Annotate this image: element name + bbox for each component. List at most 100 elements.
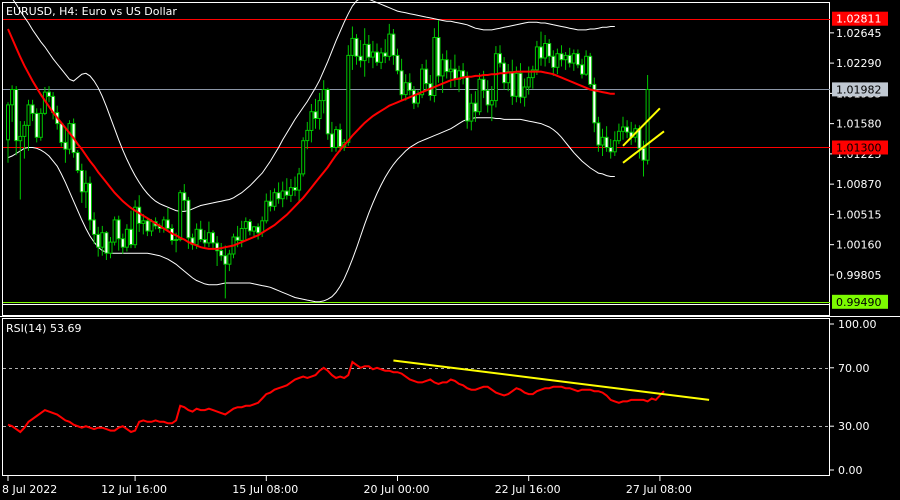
candle-bull xyxy=(38,112,43,138)
candle-bull xyxy=(264,200,269,222)
candle-bull xyxy=(440,59,445,77)
chart-title: EURUSD, H4: Euro vs US Dollar xyxy=(6,5,177,18)
candle-bear xyxy=(14,89,19,142)
candle-bear xyxy=(510,71,515,97)
candle-bear xyxy=(518,72,523,98)
candle-bull xyxy=(6,104,10,141)
candle-bear xyxy=(375,51,379,63)
time-tick-label: 8 Jul 2022 xyxy=(2,483,57,496)
price-tick-label: 0.99805 xyxy=(836,269,882,282)
candle-bull xyxy=(280,190,285,200)
candle-bear xyxy=(202,239,207,244)
candle-bear xyxy=(47,91,51,97)
candle-bear xyxy=(59,123,64,143)
candle-bull xyxy=(309,111,314,131)
candle-bear xyxy=(198,228,203,241)
candle-bull xyxy=(174,239,179,241)
candle-bull xyxy=(346,54,351,143)
candle-bull xyxy=(10,89,15,106)
candle-bull xyxy=(555,53,560,68)
candle-bear xyxy=(604,136,609,149)
price-tick-label: 1.02290 xyxy=(836,57,882,70)
level-price-tag: 1.02811 xyxy=(832,11,888,26)
candle-bear xyxy=(498,53,502,64)
candle-bear xyxy=(338,129,343,148)
candle-bear xyxy=(293,187,297,191)
candle-bear xyxy=(539,46,543,59)
candle-bull xyxy=(305,129,310,142)
candle-bull xyxy=(26,104,31,126)
price-tick-label: 1.00870 xyxy=(836,178,882,191)
candle-bear xyxy=(116,219,121,240)
candle-bear xyxy=(329,133,334,148)
candle-bear xyxy=(165,219,170,229)
rsi-tick-label: 70.00 xyxy=(838,362,870,375)
candle-bull xyxy=(493,53,498,102)
candle-bear xyxy=(92,219,97,235)
candle-bear xyxy=(481,78,486,91)
candle-bear xyxy=(137,206,142,224)
price-tick-label: 1.01580 xyxy=(836,118,882,131)
candle-bull xyxy=(297,173,302,191)
candle-bull xyxy=(379,52,384,63)
time-tick-label: 27 Jul 08:00 xyxy=(626,483,692,496)
candle-bull xyxy=(534,46,539,71)
candle-bull xyxy=(370,51,375,58)
candle-bear xyxy=(284,190,289,196)
candle-bear xyxy=(485,89,490,106)
candle-bull xyxy=(489,100,494,106)
candle-bear xyxy=(465,76,470,122)
candle-bull xyxy=(600,136,605,146)
candle-bear xyxy=(34,112,39,138)
candle-bear xyxy=(79,170,84,193)
candle-bear xyxy=(104,232,109,254)
candle-bear xyxy=(313,111,318,119)
candle-bear xyxy=(129,228,133,246)
candle-bear xyxy=(399,70,404,96)
level-tag-label: 0.99490 xyxy=(836,296,882,309)
time-tick-label: 12 Jul 16:00 xyxy=(101,483,167,496)
candle-bull xyxy=(83,182,88,193)
candle-bull xyxy=(334,129,338,149)
candle-bull xyxy=(141,220,146,224)
candle-bull xyxy=(22,124,27,137)
candle-bear xyxy=(637,128,642,149)
candle-bull xyxy=(621,126,625,132)
candle-bear xyxy=(608,147,613,153)
price-tick-label: 1.00160 xyxy=(836,239,882,252)
candle-bull xyxy=(616,130,621,142)
candle-bull xyxy=(227,253,232,265)
candle-bull xyxy=(584,55,589,75)
candle-bull xyxy=(112,219,117,243)
candle-bull xyxy=(416,94,420,104)
candle-bull xyxy=(149,221,154,232)
candle-bull xyxy=(477,78,482,113)
level-price-tag: 1.01300 xyxy=(832,140,888,155)
candle-bear xyxy=(575,53,580,66)
candle-bear xyxy=(395,54,400,72)
candle-bear xyxy=(358,55,363,62)
candle-bull xyxy=(403,82,408,96)
candle-bear xyxy=(186,199,191,239)
candle-bull xyxy=(272,192,277,207)
candle-bear xyxy=(444,59,449,73)
rsi-tick-label: 0.00 xyxy=(838,464,863,477)
candle-bull xyxy=(178,192,183,241)
candle-bull xyxy=(645,89,650,161)
level-tag-label: 1.01300 xyxy=(836,142,882,155)
candle-bear xyxy=(96,233,101,248)
chart-root: 1.026451.022901.019351.015801.012251.008… xyxy=(0,0,900,500)
level-price-tag: 0.99490 xyxy=(832,294,888,309)
candle-bear xyxy=(235,236,240,241)
candle-bear xyxy=(276,192,281,200)
candle-bear xyxy=(88,182,92,221)
candle-bear xyxy=(551,55,556,68)
candle-bull xyxy=(522,86,527,98)
candle-bear xyxy=(145,220,150,232)
candle-bear xyxy=(182,192,187,201)
candle-bear xyxy=(473,102,478,113)
candle-bear xyxy=(559,53,564,61)
candle-bull xyxy=(317,100,322,119)
candle-bear xyxy=(641,147,646,161)
candle-bull xyxy=(571,53,576,64)
